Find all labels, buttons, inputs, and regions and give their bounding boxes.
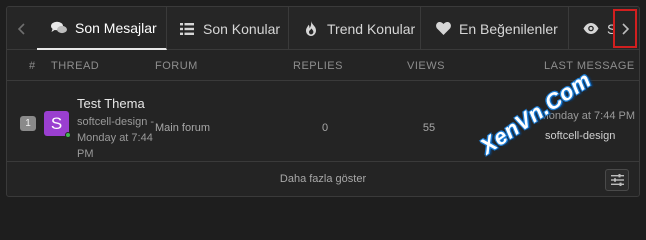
rank-badge: 1 — [20, 116, 36, 131]
tab-partial[interactable]: So — [569, 7, 613, 50]
tab-son-mesajlar[interactable]: Son Mesajlar — [37, 7, 167, 50]
thread-author-meta[interactable]: softcell-design - Monday at 7:44 PM — [77, 114, 157, 162]
tab-bar: Son Mesajlar Son Konular Trend Konular E… — [7, 7, 639, 50]
heart-icon — [435, 21, 451, 37]
list-icon — [179, 21, 195, 37]
tab-label: Trend Konular — [327, 20, 416, 37]
tab-trend-konular[interactable]: Trend Konular — [289, 7, 421, 50]
header-replies[interactable]: REPLIES — [293, 60, 343, 72]
views-count: 55 — [422, 122, 436, 134]
header-views[interactable]: VIEWS — [407, 60, 445, 72]
tab-scroll-left-button[interactable] — [9, 7, 35, 50]
last-message-user[interactable]: softcell-design — [545, 130, 615, 142]
filter-button[interactable] — [605, 169, 629, 191]
sliders-icon — [610, 174, 624, 186]
header-thread[interactable]: THREAD — [51, 60, 99, 72]
show-more-link[interactable]: Daha fazla göster — [7, 173, 639, 185]
tab-label: En Beğenilenler — [459, 20, 558, 37]
chat-bubbles-icon — [51, 20, 67, 36]
table-header: # THREAD FORUM REPLIES VIEWS LAST MESSAG… — [7, 51, 639, 81]
tab-label: Son Konular — [203, 20, 281, 37]
header-forum[interactable]: FORUM — [155, 60, 198, 72]
forum-link[interactable]: Main forum — [155, 122, 210, 134]
replies-count: 0 — [321, 122, 329, 134]
online-indicator — [65, 132, 71, 138]
thread-title-link[interactable]: Test Thema — [77, 96, 145, 111]
widget-footer: Daha fazla göster — [7, 163, 639, 196]
tab-scroll-right-button[interactable] — [613, 9, 637, 48]
flame-icon — [303, 21, 319, 37]
header-last-message[interactable]: LAST MESSAGE — [544, 60, 635, 72]
tab-son-konular[interactable]: Son Konular — [167, 7, 289, 50]
tab-label: Son Mesajlar — [75, 19, 157, 36]
tab-en-begenilenler[interactable]: En Beğenilenler — [421, 7, 569, 50]
chevron-left-icon — [17, 22, 25, 35]
eye-icon — [583, 21, 599, 37]
header-rank: # — [29, 60, 36, 72]
chevron-right-icon — [622, 22, 630, 35]
